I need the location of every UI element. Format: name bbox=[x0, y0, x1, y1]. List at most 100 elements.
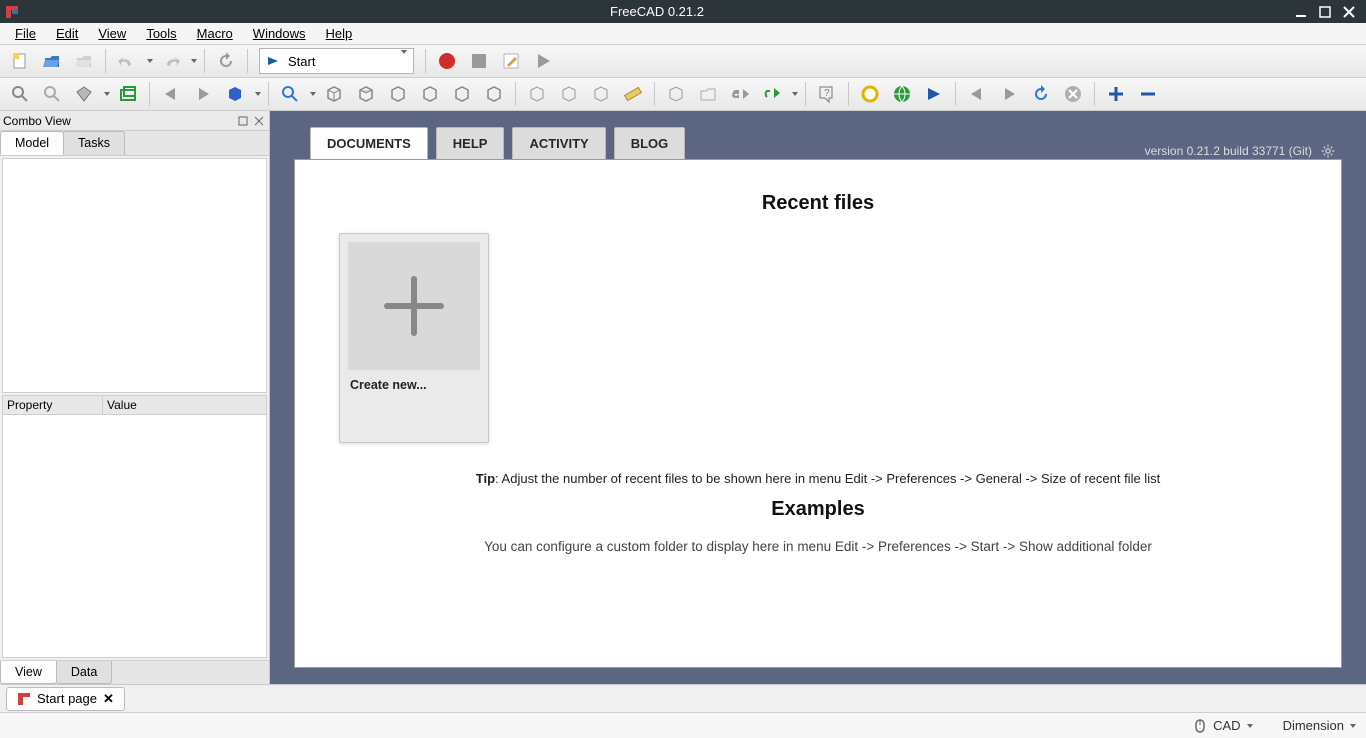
bounding-box-icon[interactable] bbox=[114, 80, 142, 108]
nav-fwd-icon[interactable] bbox=[189, 80, 217, 108]
start-tab-activity[interactable]: ACTIVITY bbox=[512, 127, 605, 159]
start-tab-help[interactable]: HELP bbox=[436, 127, 505, 159]
workbench-selected: Start bbox=[288, 54, 315, 69]
refresh-icon[interactable] bbox=[212, 47, 240, 75]
cube-3-icon[interactable] bbox=[587, 80, 615, 108]
zoom-out-icon[interactable] bbox=[1134, 80, 1162, 108]
property-grid[interactable] bbox=[2, 415, 267, 658]
undo-dropdown-icon[interactable] bbox=[147, 59, 153, 63]
menu-file[interactable]: File bbox=[6, 24, 45, 43]
menu-help[interactable]: Help bbox=[317, 24, 362, 43]
tab-tasks[interactable]: Tasks bbox=[63, 131, 125, 155]
web-home-icon[interactable] bbox=[888, 80, 916, 108]
workbench-selector[interactable]: Start bbox=[259, 48, 414, 74]
menu-macro[interactable]: Macro bbox=[188, 24, 242, 43]
web-stop-icon[interactable] bbox=[1059, 80, 1087, 108]
web-next-icon[interactable] bbox=[920, 80, 948, 108]
redo-dropdown-icon[interactable] bbox=[191, 59, 197, 63]
zoom-in-icon[interactable] bbox=[1102, 80, 1130, 108]
part-icon[interactable] bbox=[662, 80, 690, 108]
toolbar-view: ? bbox=[0, 78, 1366, 111]
start-tab-documents[interactable]: DOCUMENTS bbox=[310, 127, 428, 159]
nav-back-icon[interactable] bbox=[157, 80, 185, 108]
macro-record-icon[interactable] bbox=[433, 47, 461, 75]
model-tree[interactable] bbox=[2, 158, 267, 393]
tip-text: : Adjust the number of recent files to b… bbox=[495, 471, 1160, 486]
macro-stop-icon[interactable] bbox=[465, 47, 493, 75]
right-view-icon[interactable] bbox=[384, 80, 412, 108]
create-new-label: Create new... bbox=[348, 376, 480, 394]
cube-1-icon[interactable] bbox=[523, 80, 551, 108]
left-view-icon[interactable] bbox=[480, 80, 508, 108]
maximize-icon[interactable] bbox=[1316, 3, 1334, 21]
property-col-header: Property bbox=[3, 396, 103, 414]
tab-view[interactable]: View bbox=[0, 661, 57, 684]
link-nav-dropdown-icon[interactable] bbox=[255, 92, 261, 96]
top-view-icon[interactable] bbox=[352, 80, 380, 108]
freecad-app-icon bbox=[2, 2, 22, 22]
web-refresh-icon[interactable] bbox=[1027, 80, 1055, 108]
combo-close-icon[interactable] bbox=[252, 114, 266, 128]
menu-view[interactable]: View bbox=[89, 24, 135, 43]
open-doc-icon[interactable] bbox=[38, 47, 66, 75]
nav-fwd2-icon[interactable] bbox=[995, 80, 1023, 108]
toolbar-separator bbox=[425, 49, 426, 73]
draw-style-dropdown-icon[interactable] bbox=[104, 92, 110, 96]
nav-style-label: CAD bbox=[1213, 718, 1240, 733]
combo-top-tabs: Model Tasks bbox=[0, 131, 269, 156]
toolbar-separator bbox=[1094, 82, 1095, 106]
redo-icon[interactable] bbox=[157, 47, 185, 75]
front-view-icon[interactable] bbox=[320, 80, 348, 108]
toolbar-separator bbox=[149, 82, 150, 106]
create-new-card[interactable]: Create new... bbox=[339, 233, 489, 443]
statusbar: CAD Dimension bbox=[0, 712, 1366, 738]
link-nav-icon[interactable] bbox=[221, 80, 249, 108]
combo-float-icon[interactable] bbox=[236, 114, 250, 128]
dimension-selector[interactable]: Dimension bbox=[1283, 718, 1356, 733]
start-tab-blog[interactable]: BLOG bbox=[614, 127, 686, 159]
whats-this-icon[interactable]: ? bbox=[813, 80, 841, 108]
measure-icon[interactable] bbox=[619, 80, 647, 108]
menubar: File Edit View Tools Macro Windows Help bbox=[0, 23, 1366, 45]
save-doc-icon[interactable] bbox=[70, 47, 98, 75]
minimize-icon[interactable] bbox=[1292, 3, 1310, 21]
nav-back2-icon[interactable] bbox=[963, 80, 991, 108]
doc-tab-close-icon[interactable]: ✕ bbox=[103, 691, 114, 707]
group-icon[interactable] bbox=[694, 80, 722, 108]
svg-text:?: ? bbox=[824, 88, 830, 99]
zoom-fit-icon[interactable] bbox=[6, 80, 34, 108]
zoom-selection-icon[interactable] bbox=[38, 80, 66, 108]
web-prev-icon[interactable] bbox=[856, 80, 884, 108]
nav-style-selector[interactable]: CAD bbox=[1193, 718, 1252, 733]
gear-icon[interactable] bbox=[1320, 143, 1336, 159]
version-label: version 0.21.2 build 33771 (Git) bbox=[1145, 144, 1312, 158]
toolbar-separator bbox=[515, 82, 516, 106]
cube-2-icon[interactable] bbox=[555, 80, 583, 108]
macro-play-icon[interactable] bbox=[529, 47, 557, 75]
bottom-view-icon[interactable] bbox=[448, 80, 476, 108]
menu-edit[interactable]: Edit bbox=[47, 24, 87, 43]
toolbar-main: Start bbox=[0, 45, 1366, 78]
toolbar-separator bbox=[848, 82, 849, 106]
draw-style-icon[interactable] bbox=[70, 80, 98, 108]
link-actions-dropdown-icon[interactable] bbox=[792, 92, 798, 96]
menu-tools[interactable]: Tools bbox=[137, 24, 185, 43]
tab-data[interactable]: Data bbox=[56, 661, 112, 684]
iso-dropdown-icon[interactable] bbox=[310, 92, 316, 96]
menu-windows[interactable]: Windows bbox=[244, 24, 315, 43]
new-doc-icon[interactable] bbox=[6, 47, 34, 75]
doc-tab-start-page[interactable]: Start page ✕ bbox=[6, 687, 125, 711]
combo-bottom-tabs: View Data bbox=[0, 660, 269, 684]
toolbar-separator bbox=[204, 49, 205, 73]
toolbar-separator bbox=[247, 49, 248, 73]
tab-model[interactable]: Model bbox=[0, 131, 64, 155]
link-make-icon[interactable] bbox=[726, 80, 754, 108]
iso-view-icon[interactable] bbox=[276, 80, 304, 108]
macro-edit-icon[interactable] bbox=[497, 47, 525, 75]
undo-icon[interactable] bbox=[113, 47, 141, 75]
link-actions-icon[interactable] bbox=[758, 80, 786, 108]
window-titlebar: FreeCAD 0.21.2 bbox=[0, 0, 1366, 23]
rear-view-icon[interactable] bbox=[416, 80, 444, 108]
close-icon[interactable] bbox=[1340, 3, 1358, 21]
toolbar-separator bbox=[105, 49, 106, 73]
